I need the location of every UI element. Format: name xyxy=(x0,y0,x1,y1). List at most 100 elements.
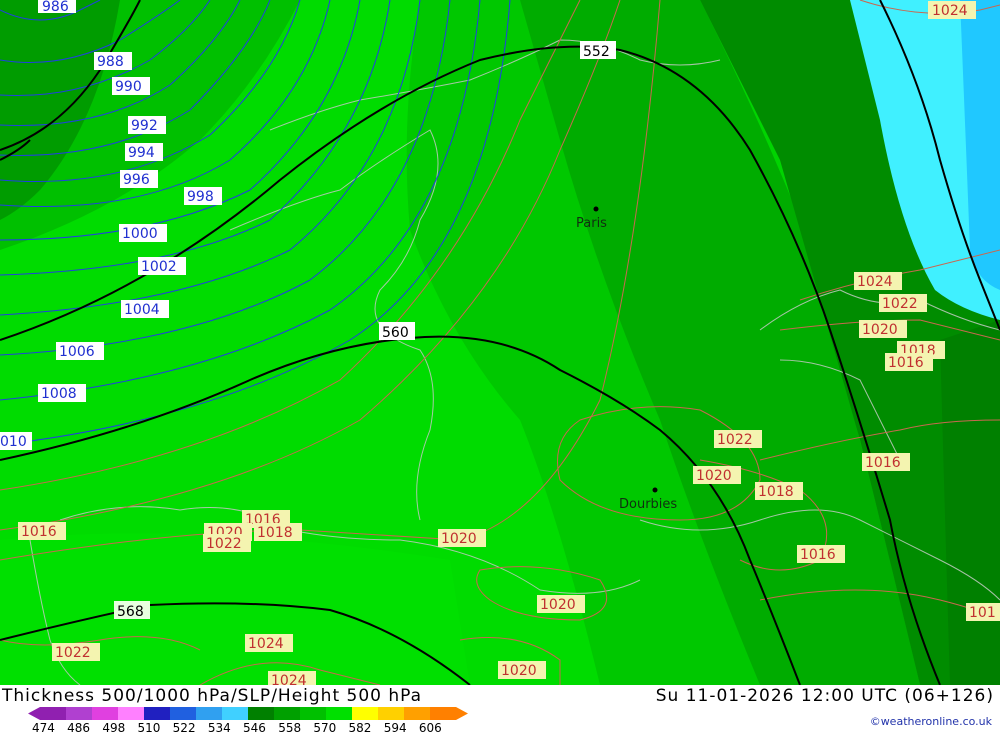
svg-text:560: 560 xyxy=(382,325,409,341)
legend-ticks: 474 486 498 510 522 534 546 558 570 582 594 606 xyxy=(32,721,442,733)
legend-tick-label: 486 xyxy=(67,721,90,733)
red-label: 101 xyxy=(966,603,1000,621)
svg-text:1006: 1006 xyxy=(59,344,95,360)
red-label: 1020 xyxy=(537,595,585,613)
band-570-edge xyxy=(0,533,470,685)
legend-swatch xyxy=(196,707,222,720)
blue-label: 990 xyxy=(112,77,150,95)
red-label: 1022 xyxy=(52,643,100,661)
red-label: 1016 xyxy=(862,453,910,471)
legend-tick-label: 534 xyxy=(208,721,231,733)
legend-swatch xyxy=(248,707,274,720)
legend-tick-label: 606 xyxy=(419,721,442,733)
legend-swatch xyxy=(274,707,300,720)
svg-text:1022: 1022 xyxy=(882,296,918,312)
red-label: 1020 xyxy=(438,529,486,547)
legend-tick-label: 510 xyxy=(138,721,161,733)
blue-label: 1008 xyxy=(38,384,86,402)
blue-label: 1002 xyxy=(138,257,186,275)
legend-tick-label: 594 xyxy=(384,721,407,733)
height-label: 568 xyxy=(114,601,150,620)
legend-arrow-left xyxy=(28,707,40,720)
red-label: 1024 xyxy=(854,272,902,290)
svg-text:1020: 1020 xyxy=(501,663,537,679)
blue-label: 986 xyxy=(38,0,76,15)
blue-label: 1004 xyxy=(121,300,169,318)
legend-swatch xyxy=(170,707,196,720)
legend-tick-label: 570 xyxy=(313,721,336,733)
legend-swatch xyxy=(222,707,248,720)
svg-text:1022: 1022 xyxy=(206,536,242,552)
svg-text:552: 552 xyxy=(583,44,610,60)
city-label-paris: Paris xyxy=(576,216,607,231)
legend-swatch xyxy=(300,707,326,720)
svg-text:992: 992 xyxy=(131,118,158,134)
svg-text:996: 996 xyxy=(123,172,150,188)
blue-label: 996 xyxy=(120,170,158,188)
legend-swatch xyxy=(66,707,92,720)
svg-text:1020: 1020 xyxy=(862,322,898,338)
valid-time: Su 11-01-2026 12:00 UTC (06+126) xyxy=(655,686,994,706)
legend-tick-label: 498 xyxy=(102,721,125,733)
red-label: 1016 xyxy=(797,545,845,563)
svg-text:986: 986 xyxy=(42,0,69,15)
color-legend: 474 486 498 510 522 534 546 558 570 582 594 606 xyxy=(28,707,468,733)
red-label: 1024 xyxy=(268,671,316,685)
paris-marker xyxy=(593,206,599,212)
red-label: 1024 xyxy=(928,1,976,19)
svg-text:1016: 1016 xyxy=(888,355,924,371)
svg-text:1002: 1002 xyxy=(141,259,177,275)
legend-tick-label: 522 xyxy=(173,721,196,733)
svg-text:1000: 1000 xyxy=(122,226,158,242)
svg-text:1022: 1022 xyxy=(55,645,91,661)
weather-map-screenshot: Paris Dourbies 986 988 990 992 994 996 9… xyxy=(0,0,1000,733)
red-label: 1022 xyxy=(203,534,251,552)
legend-arrow-right xyxy=(456,707,468,720)
svg-text:994: 994 xyxy=(128,145,155,161)
legend-swatch xyxy=(352,707,378,720)
legend-swatch xyxy=(326,707,352,720)
blue-label: 998 xyxy=(184,187,222,205)
blue-label: 1000 xyxy=(119,224,167,242)
legend-swatch xyxy=(430,707,456,720)
band-534 xyxy=(940,320,1000,685)
legend-tick-label: 546 xyxy=(243,721,266,733)
legend-swatch xyxy=(118,707,144,720)
red-label: 1016 xyxy=(18,522,66,540)
legend-swatch xyxy=(378,707,404,720)
red-label: 1020 xyxy=(693,466,741,484)
svg-text:1024: 1024 xyxy=(248,636,284,652)
svg-text:1020: 1020 xyxy=(441,531,477,547)
thickness-map: Paris Dourbies 986 988 990 992 994 996 9… xyxy=(0,0,1000,685)
svg-text:998: 998 xyxy=(187,189,214,205)
height-label: 560 xyxy=(379,322,415,341)
svg-text:1018: 1018 xyxy=(758,484,794,500)
legend-tick-label: 474 xyxy=(32,721,55,733)
legend-tick-label: 582 xyxy=(349,721,372,733)
red-label: 1018 xyxy=(254,523,302,541)
blue-label: 992 xyxy=(128,116,166,134)
svg-text:1004: 1004 xyxy=(124,302,160,318)
svg-text:988: 988 xyxy=(97,54,124,70)
red-label: 1016 xyxy=(885,353,933,371)
credit-link[interactable]: ©weatheronline.co.uk xyxy=(870,715,992,728)
legend-swatch xyxy=(40,707,66,720)
red-label: 1022 xyxy=(714,430,762,448)
red-label: 1020 xyxy=(859,320,907,338)
red-label: 1022 xyxy=(879,294,927,312)
map-footer: Thickness 500/1000 hPa/SLP/Height 500 hP… xyxy=(0,685,1000,733)
svg-text:1018: 1018 xyxy=(257,525,293,541)
svg-text:1022: 1022 xyxy=(717,432,753,448)
svg-text:1024: 1024 xyxy=(271,673,307,685)
blue-label: 010 xyxy=(0,432,32,450)
svg-text:1016: 1016 xyxy=(865,455,901,471)
svg-text:1020: 1020 xyxy=(540,597,576,613)
city-label-dourbies: Dourbies xyxy=(619,497,677,512)
svg-text:1024: 1024 xyxy=(857,274,893,290)
blue-label: 994 xyxy=(125,143,163,161)
svg-text:990: 990 xyxy=(115,79,142,95)
legend-swatch xyxy=(144,707,170,720)
svg-text:568: 568 xyxy=(117,604,144,620)
legend-swatches xyxy=(28,707,468,720)
svg-text:101: 101 xyxy=(969,605,996,621)
